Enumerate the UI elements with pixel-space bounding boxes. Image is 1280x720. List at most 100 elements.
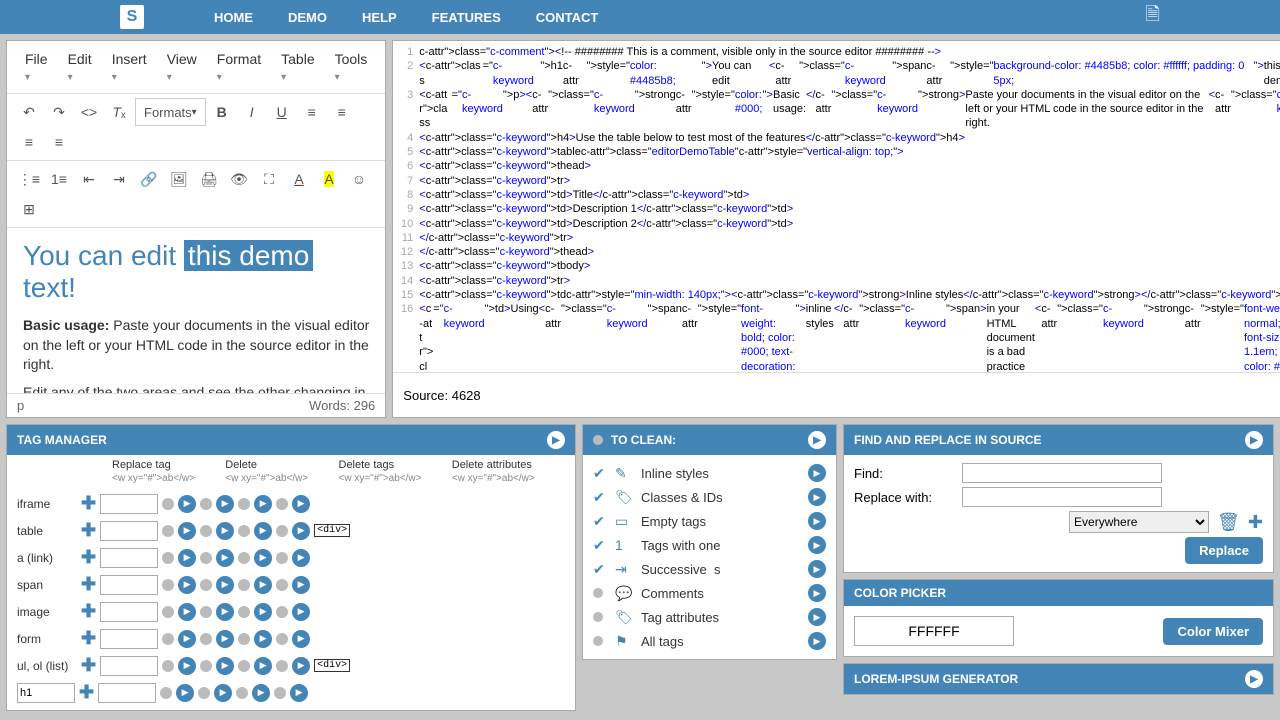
- menu-view[interactable]: View: [157, 45, 207, 89]
- play-icon[interactable]: ▶: [254, 630, 272, 648]
- dot-icon[interactable]: [276, 525, 288, 537]
- bg-color-icon[interactable]: A: [315, 165, 343, 193]
- plus-icon[interactable]: ✚: [81, 493, 96, 514]
- underline-icon[interactable]: U: [268, 98, 296, 126]
- play-icon[interactable]: ▶: [292, 630, 310, 648]
- visual-content[interactable]: You can edit this demo text! Basic usage…: [7, 228, 385, 393]
- indent-icon[interactable]: ⇥: [105, 165, 133, 193]
- image-icon[interactable]: 🖼: [165, 165, 193, 193]
- play-icon[interactable]: ▶: [254, 603, 272, 621]
- dot-icon[interactable]: [200, 552, 212, 564]
- logo-icon[interactable]: S: [120, 5, 144, 29]
- nav-help[interactable]: HELP: [362, 10, 397, 25]
- menu-format[interactable]: Format: [207, 45, 271, 89]
- play-icon[interactable]: ▶: [216, 522, 234, 540]
- dot-icon[interactable]: [200, 579, 212, 591]
- play-icon[interactable]: ▶: [178, 495, 196, 513]
- replace-input[interactable]: [962, 487, 1162, 507]
- clean-item[interactable]: 🏷Tag attributes▶: [593, 605, 826, 629]
- play-icon[interactable]: ▶: [216, 576, 234, 594]
- play-icon[interactable]: ▶: [1245, 670, 1263, 688]
- dot-icon[interactable]: [238, 633, 250, 645]
- clean-item[interactable]: 💬Comments▶: [593, 581, 826, 605]
- nav-home[interactable]: HOME: [214, 10, 253, 25]
- dot-icon[interactable]: [238, 498, 250, 510]
- play-icon[interactable]: ▶: [216, 603, 234, 621]
- dot-icon[interactable]: [162, 552, 174, 564]
- dot-icon[interactable]: [200, 633, 212, 645]
- italic-icon[interactable]: I: [238, 98, 266, 126]
- add-rule-icon[interactable]: ✚: [1248, 512, 1263, 533]
- replace-input[interactable]: [100, 548, 158, 568]
- play-icon[interactable]: ▶: [178, 522, 196, 540]
- play-icon[interactable]: ▶: [176, 684, 194, 702]
- dot-icon[interactable]: [276, 606, 288, 618]
- play-icon[interactable]: ▶: [216, 657, 234, 675]
- dot-icon[interactable]: [276, 579, 288, 591]
- emoji-icon[interactable]: ☺: [345, 165, 373, 193]
- clean-item[interactable]: ✔1Tags with one ▶: [593, 533, 826, 557]
- play-icon[interactable]: ▶: [254, 495, 272, 513]
- play-icon[interactable]: ▶: [292, 549, 310, 567]
- dot-icon[interactable]: [162, 525, 174, 537]
- nav-contact[interactable]: CONTACT: [536, 10, 599, 25]
- play-icon[interactable]: ▶: [254, 522, 272, 540]
- dot-icon[interactable]: [238, 579, 250, 591]
- code-icon[interactable]: <>: [75, 98, 103, 126]
- clear-format-icon[interactable]: Tₓ: [105, 98, 133, 126]
- dot-icon[interactable]: [276, 498, 288, 510]
- dot-icon[interactable]: [238, 552, 250, 564]
- play-icon[interactable]: ▶: [808, 464, 826, 482]
- print-icon[interactable]: 🖨: [195, 165, 223, 193]
- play-icon[interactable]: ▶: [178, 657, 196, 675]
- dot-icon[interactable]: [200, 660, 212, 672]
- play-icon[interactable]: ▶: [808, 560, 826, 578]
- clean-item[interactable]: ✔🏷Classes & IDs▶: [593, 485, 826, 509]
- play-icon[interactable]: ▶: [216, 549, 234, 567]
- menu-file[interactable]: File: [15, 45, 58, 89]
- replace-input[interactable]: [98, 683, 156, 703]
- dot-icon[interactable]: [238, 660, 250, 672]
- replace-input[interactable]: [100, 656, 158, 676]
- dot-icon[interactable]: [276, 633, 288, 645]
- text-color-icon[interactable]: A: [285, 165, 313, 193]
- dot-icon[interactable]: [162, 660, 174, 672]
- dot-icon[interactable]: [162, 579, 174, 591]
- align-justify-icon[interactable]: ≡: [45, 128, 73, 156]
- menu-edit[interactable]: Edit: [58, 45, 102, 89]
- play-icon[interactable]: ▶: [292, 576, 310, 594]
- redo-icon[interactable]: ↷: [45, 98, 73, 126]
- plus-icon[interactable]: ✚: [81, 520, 96, 541]
- replace-button[interactable]: Replace: [1185, 537, 1263, 564]
- source-content[interactable]: 1c-attr">class="c-comment"><!-- ########…: [393, 41, 1280, 372]
- dot-icon[interactable]: [276, 660, 288, 672]
- play-icon[interactable]: ▶: [808, 512, 826, 530]
- play-icon[interactable]: ▶: [292, 495, 310, 513]
- number-list-icon[interactable]: 1≡: [45, 165, 73, 193]
- play-icon[interactable]: ▶: [808, 608, 826, 626]
- dot-icon[interactable]: [200, 525, 212, 537]
- play-icon[interactable]: ▶: [808, 431, 826, 449]
- align-center-icon[interactable]: ≡: [328, 98, 356, 126]
- trash-icon[interactable]: 🗑: [1217, 512, 1240, 533]
- play-icon[interactable]: ▶: [808, 632, 826, 650]
- find-input[interactable]: [962, 463, 1162, 483]
- dot-icon[interactable]: [238, 606, 250, 618]
- play-icon[interactable]: ▶: [252, 684, 270, 702]
- link-icon[interactable]: 🔗: [135, 165, 163, 193]
- table-icon[interactable]: ⊞: [15, 195, 43, 223]
- replace-input[interactable]: [100, 575, 158, 595]
- plus-icon[interactable]: ✚: [81, 547, 96, 568]
- clean-item[interactable]: ⚑All tags▶: [593, 629, 826, 653]
- align-right-icon[interactable]: ≡: [15, 128, 43, 156]
- replace-input[interactable]: [100, 494, 158, 514]
- dot-icon[interactable]: [274, 687, 286, 699]
- play-icon[interactable]: ▶: [292, 603, 310, 621]
- outdent-icon[interactable]: ⇤: [75, 165, 103, 193]
- nav-features[interactable]: FEATURES: [432, 10, 501, 25]
- formats-dropdown[interactable]: Formats: [135, 98, 206, 126]
- dot-icon[interactable]: [236, 687, 248, 699]
- dot-icon[interactable]: [198, 687, 210, 699]
- plus-icon[interactable]: ✚: [81, 655, 96, 676]
- plus-icon[interactable]: ✚: [79, 682, 94, 703]
